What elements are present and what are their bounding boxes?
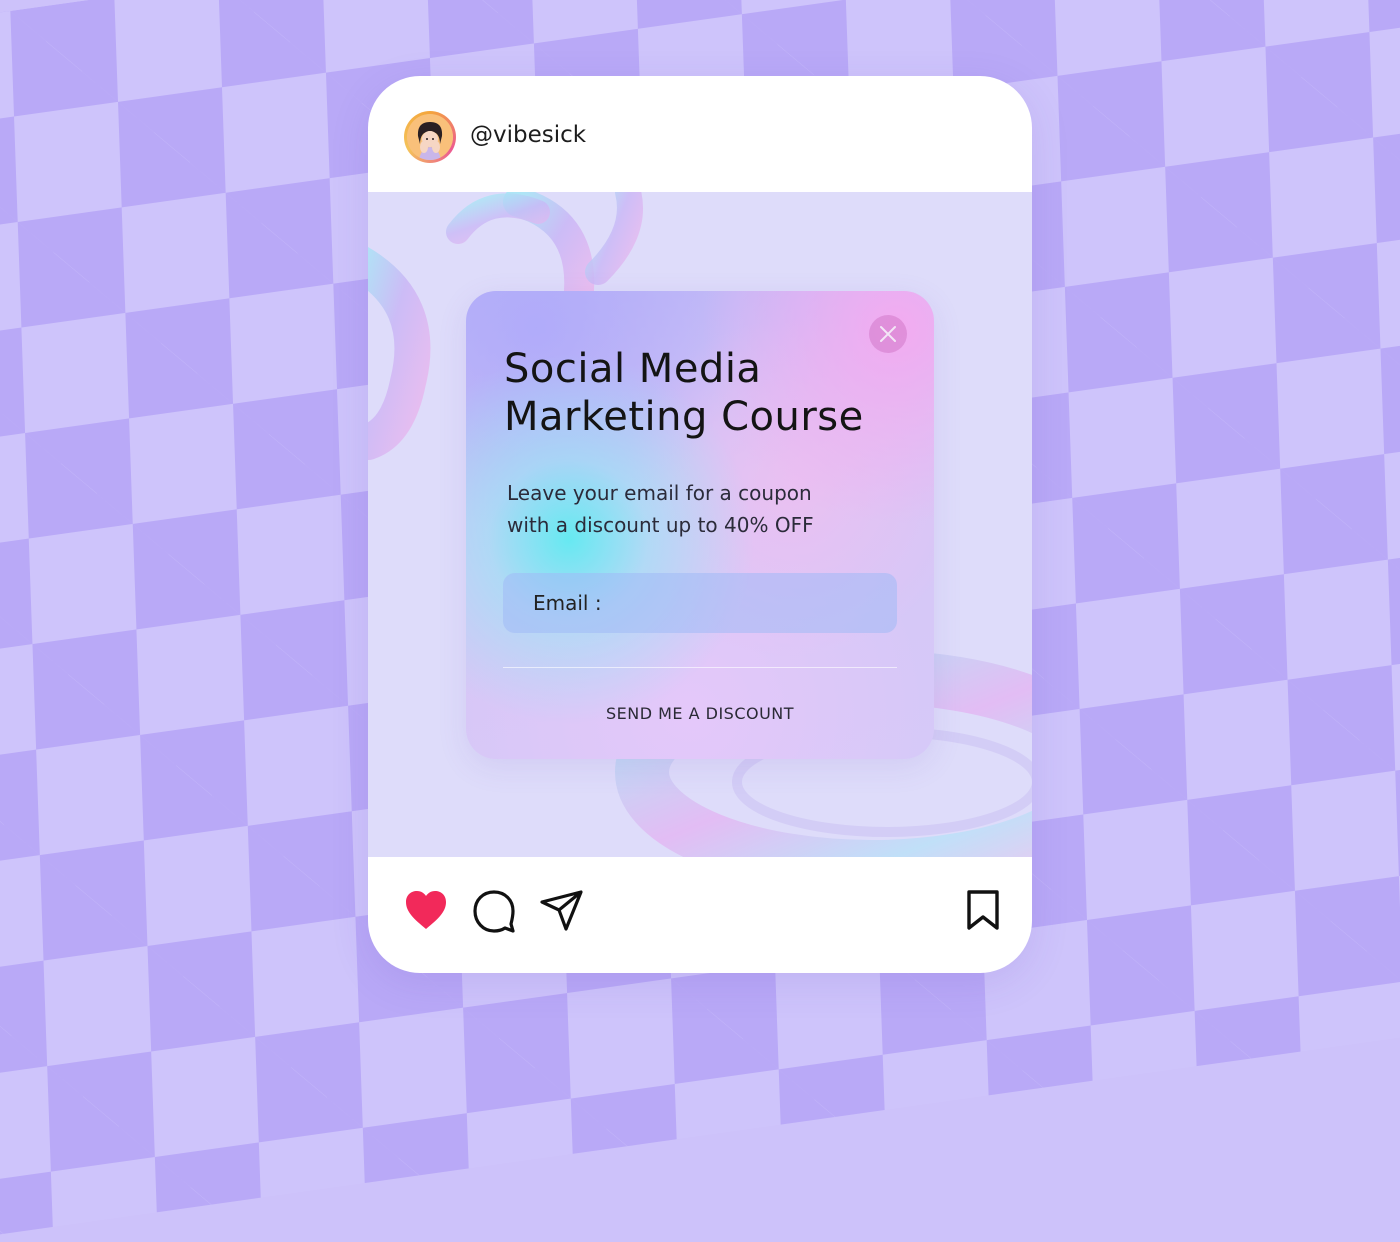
share-button[interactable] bbox=[540, 890, 584, 932]
comment-icon bbox=[473, 890, 515, 933]
divider bbox=[503, 667, 897, 668]
like-button[interactable] bbox=[404, 889, 448, 931]
email-field[interactable]: Email : bbox=[503, 573, 897, 633]
post-actions bbox=[368, 857, 1032, 973]
heart-icon bbox=[406, 891, 446, 929]
discount-popup: Social Media Marketing Course Leave your… bbox=[466, 291, 934, 759]
user-avatar-icon bbox=[407, 114, 453, 160]
popup-title-line1: Social Media bbox=[504, 346, 762, 392]
email-label: Email : bbox=[533, 591, 602, 615]
popup-subtitle: Leave your email for a coupon with a dis… bbox=[507, 477, 907, 541]
popup-title-line2: Marketing Course bbox=[504, 394, 864, 440]
send-icon bbox=[540, 890, 583, 931]
avatar[interactable] bbox=[404, 111, 456, 163]
social-post-card: @vibesick Social Media Marketing Course … bbox=[368, 76, 1032, 973]
popup-subtitle-line2: with a discount up to 40% OFF bbox=[507, 513, 814, 537]
post-image: Social Media Marketing Course Leave your… bbox=[368, 192, 1032, 857]
popup-subtitle-line1: Leave your email for a coupon bbox=[507, 481, 812, 505]
save-button[interactable] bbox=[966, 889, 1000, 931]
send-discount-button[interactable]: SEND ME A DISCOUNT bbox=[503, 691, 897, 735]
username[interactable]: @vibesick bbox=[470, 122, 586, 148]
bookmark-icon bbox=[967, 890, 999, 930]
popup-title: Social Media Marketing Course bbox=[504, 345, 914, 441]
comment-button[interactable] bbox=[472, 889, 516, 933]
close-icon bbox=[880, 326, 896, 342]
post-header: @vibesick bbox=[368, 76, 1032, 192]
